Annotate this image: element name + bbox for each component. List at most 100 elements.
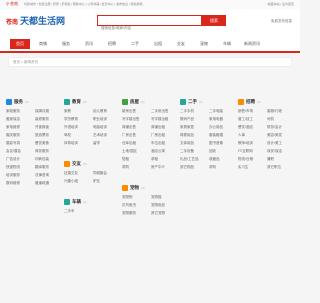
subcategory-link[interactable]: 办公用品 <box>209 125 236 130</box>
subcategory-link[interactable]: 二手电脑 <box>209 109 236 114</box>
nav-item[interactable]: 资讯 <box>79 39 99 49</box>
subcategory-link[interactable]: 家教 <box>64 109 91 114</box>
subcategory-link[interactable]: 征婚交友 <box>64 171 91 176</box>
subcategory-link[interactable]: 房产中介 <box>151 165 178 170</box>
subcategory-link[interactable]: 餐饮美食 <box>35 141 62 146</box>
subcategory-link[interactable]: 商铺出售 <box>122 125 149 130</box>
nav-item[interactable]: 商铺 <box>33 39 53 49</box>
subcategory-link[interactable]: 兼职 <box>267 157 294 162</box>
subcategory-link[interactable]: 商务服务 <box>35 149 62 154</box>
subcategory-link[interactable]: 图书音像 <box>209 141 236 146</box>
subcategory-link[interactable]: 驴友 <box>93 179 120 184</box>
subcategory-link[interactable]: 职业培训 <box>93 117 120 122</box>
subcategory-link[interactable]: 婚庆服务 <box>6 133 33 138</box>
subcategory-link[interactable]: 商铺出租 <box>151 125 178 130</box>
subcategory-link[interactable]: 数码产品 <box>180 117 207 122</box>
nav-item[interactable]: 二手 <box>125 39 145 49</box>
nav-item[interactable]: 宠物 <box>194 39 214 49</box>
subcategory-link[interactable]: 普工/技工 <box>238 117 265 122</box>
subcategory-link[interactable]: 家政服务 <box>6 109 33 114</box>
subcategory-link[interactable]: 花鸟鱼虫 <box>122 203 149 208</box>
subcategory-link[interactable]: 同城聚会 <box>93 171 120 176</box>
subcategory-link[interactable]: 开锁换锁 <box>35 125 62 130</box>
subcategory-link[interactable]: 管道疏通 <box>35 181 62 186</box>
top-links[interactable]: 切换城市 | 免费注册 | 登录 | 手机版 | 帮助中心 | 公司商铺 | 会… <box>24 2 204 6</box>
subcategory-link[interactable]: 法律咨询 <box>35 173 62 178</box>
subcategory-link[interactable]: 旅游票务 <box>35 133 62 138</box>
nav-item[interactable]: 出租 <box>148 39 168 49</box>
category-header[interactable]: 车辆 (0) <box>64 198 120 206</box>
subcategory-link[interactable]: 印刷包装 <box>35 157 62 162</box>
subcategory-link[interactable]: 酒店公寓 <box>151 149 178 154</box>
subcategory-link[interactable]: 数码维修 <box>6 181 33 186</box>
nav-item[interactable]: 首页 <box>10 39 30 49</box>
subcategory-link[interactable]: 培训服务 <box>6 173 33 178</box>
subcategory-link[interactable]: 物流/仓储 <box>238 157 265 162</box>
subcategory-link[interactable]: 家具家居 <box>180 125 207 130</box>
subcategory-link[interactable]: 广告设计 <box>6 157 33 162</box>
nav-item[interactable]: 新闻资讯 <box>240 39 264 49</box>
subcategory-link[interactable]: 厂房出租 <box>151 133 178 138</box>
subcategory-link[interactable]: 设计/美工 <box>267 141 294 146</box>
site-logo[interactable]: 苍南 天都生活网 <box>6 14 65 27</box>
category-header[interactable]: 宠物 (0) <box>122 184 178 192</box>
subcategory-link[interactable]: 客服/行政 <box>267 109 294 114</box>
category-header[interactable]: 教育 (0) <box>64 98 120 106</box>
subcategory-link[interactable]: 摄影写真 <box>6 141 33 146</box>
subcategory-link[interactable]: 仓库出租 <box>122 141 149 146</box>
subcategory-link[interactable]: 家用电器 <box>209 117 236 122</box>
subcategory-link[interactable]: 求购 <box>122 165 149 170</box>
subcategory-link[interactable]: 体育培训 <box>64 141 91 146</box>
subcategory-link[interactable]: 写字楼出租 <box>151 117 178 122</box>
subcategory-link[interactable]: 保姆月嫂 <box>35 109 62 114</box>
subcategory-link[interactable]: 电脑培训 <box>93 125 120 130</box>
nav-item[interactable]: 车辆 <box>217 39 237 49</box>
subcategory-link[interactable]: 二手手机 <box>180 109 207 114</box>
subcategory-link[interactable]: 短租 <box>122 157 149 162</box>
nav-item[interactable]: 服务 <box>56 39 76 49</box>
subcategory-link[interactable]: 新房出售 <box>122 109 149 114</box>
subcategory-link[interactable]: 其它物品 <box>180 165 207 170</box>
subcategory-link[interactable]: 写字楼出售 <box>122 117 149 122</box>
subcategory-link[interactable]: 搬家保洁 <box>6 117 33 122</box>
subcategory-link[interactable]: IT/互联网 <box>238 149 265 154</box>
category-header[interactable]: 服务 (0) <box>6 98 62 106</box>
subcategory-link[interactable]: 财务/会计 <box>267 125 294 130</box>
subcategory-link[interactable]: 车位出租 <box>151 141 178 146</box>
category-header[interactable]: 二手 (0) <box>180 98 236 106</box>
subcategory-link[interactable]: 人事 <box>238 133 265 138</box>
subcategory-link[interactable]: 装修服务 <box>35 117 62 122</box>
top-right-links[interactable]: 收藏本站 | 设为首页 <box>268 2 294 6</box>
subcategory-link[interactable]: 其它宠物 <box>151 211 178 216</box>
subcategory-link[interactable]: 宠物用品 <box>151 203 178 208</box>
subcategory-link[interactable]: 保安/保洁 <box>267 149 294 154</box>
subcategory-link[interactable]: 幼儿教育 <box>93 109 120 114</box>
search-input[interactable] <box>98 23 201 33</box>
subcategory-link[interactable]: 宠物猫 <box>151 195 178 200</box>
subcategory-link[interactable]: 服装鞋帽 <box>209 133 236 138</box>
subcategory-link[interactable]: 家电维修 <box>6 125 33 130</box>
subcategory-link[interactable]: 销售/市场 <box>238 109 265 114</box>
nav-item[interactable]: 交友 <box>171 39 191 49</box>
subcategory-link[interactable]: 外语培训 <box>64 125 91 130</box>
subcategory-link[interactable]: 收藏品 <box>209 157 236 162</box>
subcategory-link[interactable]: 兴趣小组 <box>64 179 91 184</box>
subcategory-link[interactable]: 司机 <box>267 117 294 122</box>
subcategory-link[interactable]: 礼品/工艺品 <box>180 157 207 162</box>
subcategory-link[interactable]: 厂房出售 <box>122 133 149 138</box>
subcategory-link[interactable]: 回收 <box>209 149 236 154</box>
subcategory-link[interactable]: 艺术培训 <box>93 133 120 138</box>
subcategory-link[interactable]: 二手房出售 <box>151 109 178 114</box>
subcategory-link[interactable]: 二手设备 <box>180 149 207 154</box>
subcategory-link[interactable]: 求购 <box>209 165 236 170</box>
subcategory-link[interactable]: 餐饮/酒店 <box>238 125 265 130</box>
subcategory-link[interactable]: 宠物服务 <box>122 211 149 216</box>
subcategory-link[interactable]: 美容/美发 <box>267 133 294 138</box>
city-selector[interactable]: ⚲ 苍南 <box>6 1 18 7</box>
subcategory-link[interactable]: 宠物狗 <box>122 195 149 200</box>
subcategory-link[interactable]: 驾校 <box>64 133 91 138</box>
search-button[interactable]: 搜索 <box>202 15 226 26</box>
category-header[interactable]: 交友 (0) <box>64 160 120 168</box>
nav-item[interactable]: 招聘 <box>102 39 122 49</box>
subcategory-link[interactable]: 留学 <box>93 141 120 146</box>
